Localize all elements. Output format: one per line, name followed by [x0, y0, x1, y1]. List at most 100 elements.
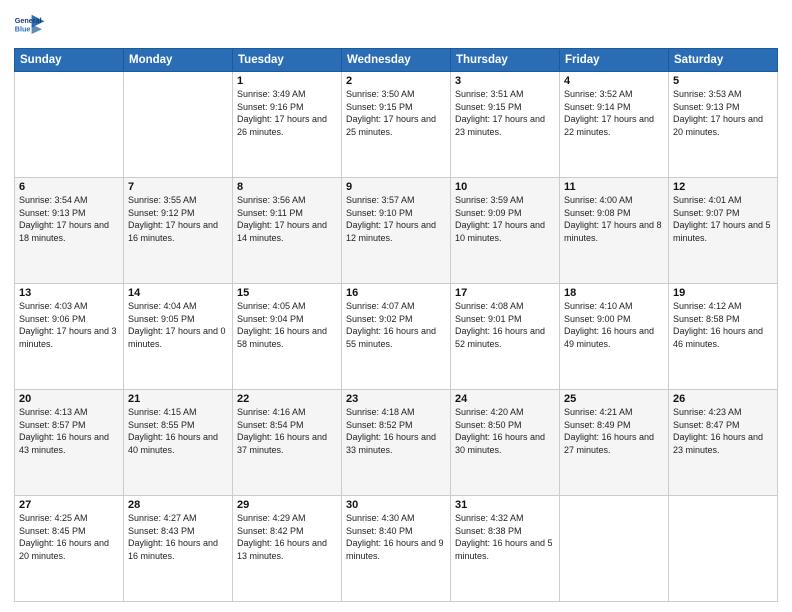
header: General Blue — [14, 10, 778, 42]
calendar-cell — [560, 496, 669, 602]
week-row-0: 1Sunrise: 3:49 AM Sunset: 9:16 PM Daylig… — [15, 72, 778, 178]
logo-icon: General Blue — [14, 10, 46, 42]
calendar-cell: 26Sunrise: 4:23 AM Sunset: 8:47 PM Dayli… — [669, 390, 778, 496]
cell-day-number: 4 — [564, 75, 664, 87]
cell-day-number: 7 — [128, 181, 228, 193]
cell-day-number: 11 — [564, 181, 664, 193]
cell-info: Sunrise: 4:25 AM Sunset: 8:45 PM Dayligh… — [19, 512, 119, 562]
cell-day-number: 29 — [237, 499, 337, 511]
calendar-cell: 16Sunrise: 4:07 AM Sunset: 9:02 PM Dayli… — [342, 284, 451, 390]
cell-day-number: 3 — [455, 75, 555, 87]
cell-info: Sunrise: 4:10 AM Sunset: 9:00 PM Dayligh… — [564, 300, 664, 350]
calendar-cell: 15Sunrise: 4:05 AM Sunset: 9:04 PM Dayli… — [233, 284, 342, 390]
cell-day-number: 15 — [237, 287, 337, 299]
cell-info: Sunrise: 4:01 AM Sunset: 9:07 PM Dayligh… — [673, 194, 773, 244]
calendar-table: SundayMondayTuesdayWednesdayThursdayFrid… — [14, 48, 778, 602]
calendar-cell — [15, 72, 124, 178]
cell-day-number: 16 — [346, 287, 446, 299]
cell-info: Sunrise: 4:05 AM Sunset: 9:04 PM Dayligh… — [237, 300, 337, 350]
cell-info: Sunrise: 3:49 AM Sunset: 9:16 PM Dayligh… — [237, 88, 337, 138]
calendar-cell: 4Sunrise: 3:52 AM Sunset: 9:14 PM Daylig… — [560, 72, 669, 178]
cell-info: Sunrise: 3:51 AM Sunset: 9:15 PM Dayligh… — [455, 88, 555, 138]
calendar-cell: 2Sunrise: 3:50 AM Sunset: 9:15 PM Daylig… — [342, 72, 451, 178]
cell-info: Sunrise: 4:32 AM Sunset: 8:38 PM Dayligh… — [455, 512, 555, 562]
calendar-cell: 13Sunrise: 4:03 AM Sunset: 9:06 PM Dayli… — [15, 284, 124, 390]
calendar-cell: 24Sunrise: 4:20 AM Sunset: 8:50 PM Dayli… — [451, 390, 560, 496]
week-row-1: 6Sunrise: 3:54 AM Sunset: 9:13 PM Daylig… — [15, 178, 778, 284]
cell-day-number: 10 — [455, 181, 555, 193]
calendar-cell: 20Sunrise: 4:13 AM Sunset: 8:57 PM Dayli… — [15, 390, 124, 496]
calendar-cell: 3Sunrise: 3:51 AM Sunset: 9:15 PM Daylig… — [451, 72, 560, 178]
calendar-cell: 25Sunrise: 4:21 AM Sunset: 8:49 PM Dayli… — [560, 390, 669, 496]
calendar-cell: 29Sunrise: 4:29 AM Sunset: 8:42 PM Dayli… — [233, 496, 342, 602]
calendar-cell: 8Sunrise: 3:56 AM Sunset: 9:11 PM Daylig… — [233, 178, 342, 284]
cell-day-number: 24 — [455, 393, 555, 405]
cell-info: Sunrise: 3:53 AM Sunset: 9:13 PM Dayligh… — [673, 88, 773, 138]
calendar-cell: 10Sunrise: 3:59 AM Sunset: 9:09 PM Dayli… — [451, 178, 560, 284]
cell-info: Sunrise: 3:50 AM Sunset: 9:15 PM Dayligh… — [346, 88, 446, 138]
header-row: SundayMondayTuesdayWednesdayThursdayFrid… — [15, 49, 778, 72]
calendar-cell: 9Sunrise: 3:57 AM Sunset: 9:10 PM Daylig… — [342, 178, 451, 284]
cell-day-number: 30 — [346, 499, 446, 511]
cell-info: Sunrise: 3:54 AM Sunset: 9:13 PM Dayligh… — [19, 194, 119, 244]
svg-text:Blue: Blue — [15, 25, 31, 34]
calendar-cell: 1Sunrise: 3:49 AM Sunset: 9:16 PM Daylig… — [233, 72, 342, 178]
calendar-cell: 18Sunrise: 4:10 AM Sunset: 9:00 PM Dayli… — [560, 284, 669, 390]
cell-day-number: 9 — [346, 181, 446, 193]
calendar-cell: 14Sunrise: 4:04 AM Sunset: 9:05 PM Dayli… — [124, 284, 233, 390]
cell-info: Sunrise: 4:12 AM Sunset: 8:58 PM Dayligh… — [673, 300, 773, 350]
cell-info: Sunrise: 4:03 AM Sunset: 9:06 PM Dayligh… — [19, 300, 119, 350]
cell-info: Sunrise: 4:15 AM Sunset: 8:55 PM Dayligh… — [128, 406, 228, 456]
cell-info: Sunrise: 4:21 AM Sunset: 8:49 PM Dayligh… — [564, 406, 664, 456]
calendar-cell: 17Sunrise: 4:08 AM Sunset: 9:01 PM Dayli… — [451, 284, 560, 390]
calendar-cell: 28Sunrise: 4:27 AM Sunset: 8:43 PM Dayli… — [124, 496, 233, 602]
calendar-cell: 22Sunrise: 4:16 AM Sunset: 8:54 PM Dayli… — [233, 390, 342, 496]
cell-info: Sunrise: 4:13 AM Sunset: 8:57 PM Dayligh… — [19, 406, 119, 456]
cell-day-number: 19 — [673, 287, 773, 299]
calendar-cell: 7Sunrise: 3:55 AM Sunset: 9:12 PM Daylig… — [124, 178, 233, 284]
cell-day-number: 8 — [237, 181, 337, 193]
cell-day-number: 21 — [128, 393, 228, 405]
logo: General Blue — [14, 10, 48, 42]
header-day-tuesday: Tuesday — [233, 49, 342, 72]
week-row-4: 27Sunrise: 4:25 AM Sunset: 8:45 PM Dayli… — [15, 496, 778, 602]
calendar-cell: 30Sunrise: 4:30 AM Sunset: 8:40 PM Dayli… — [342, 496, 451, 602]
cell-day-number: 14 — [128, 287, 228, 299]
cell-day-number: 22 — [237, 393, 337, 405]
cell-info: Sunrise: 3:59 AM Sunset: 9:09 PM Dayligh… — [455, 194, 555, 244]
calendar-cell: 12Sunrise: 4:01 AM Sunset: 9:07 PM Dayli… — [669, 178, 778, 284]
cell-day-number: 28 — [128, 499, 228, 511]
cell-day-number: 2 — [346, 75, 446, 87]
cell-info: Sunrise: 4:07 AM Sunset: 9:02 PM Dayligh… — [346, 300, 446, 350]
cell-info: Sunrise: 3:52 AM Sunset: 9:14 PM Dayligh… — [564, 88, 664, 138]
cell-info: Sunrise: 4:29 AM Sunset: 8:42 PM Dayligh… — [237, 512, 337, 562]
cell-day-number: 23 — [346, 393, 446, 405]
cell-day-number: 1 — [237, 75, 337, 87]
header-day-sunday: Sunday — [15, 49, 124, 72]
cell-day-number: 27 — [19, 499, 119, 511]
cell-info: Sunrise: 3:57 AM Sunset: 9:10 PM Dayligh… — [346, 194, 446, 244]
calendar-cell: 5Sunrise: 3:53 AM Sunset: 9:13 PM Daylig… — [669, 72, 778, 178]
cell-info: Sunrise: 4:00 AM Sunset: 9:08 PM Dayligh… — [564, 194, 664, 244]
calendar-cell: 19Sunrise: 4:12 AM Sunset: 8:58 PM Dayli… — [669, 284, 778, 390]
cell-info: Sunrise: 4:04 AM Sunset: 9:05 PM Dayligh… — [128, 300, 228, 350]
cell-info: Sunrise: 4:23 AM Sunset: 8:47 PM Dayligh… — [673, 406, 773, 456]
cell-info: Sunrise: 3:56 AM Sunset: 9:11 PM Dayligh… — [237, 194, 337, 244]
cell-day-number: 20 — [19, 393, 119, 405]
header-day-wednesday: Wednesday — [342, 49, 451, 72]
cell-day-number: 18 — [564, 287, 664, 299]
header-day-thursday: Thursday — [451, 49, 560, 72]
cell-day-number: 25 — [564, 393, 664, 405]
cell-day-number: 26 — [673, 393, 773, 405]
cell-day-number: 6 — [19, 181, 119, 193]
cell-day-number: 31 — [455, 499, 555, 511]
svg-text:General: General — [15, 16, 42, 25]
cell-day-number: 17 — [455, 287, 555, 299]
calendar-cell — [124, 72, 233, 178]
calendar-cell: 11Sunrise: 4:00 AM Sunset: 9:08 PM Dayli… — [560, 178, 669, 284]
header-day-friday: Friday — [560, 49, 669, 72]
header-day-monday: Monday — [124, 49, 233, 72]
calendar-body: 1Sunrise: 3:49 AM Sunset: 9:16 PM Daylig… — [15, 72, 778, 602]
calendar-cell: 21Sunrise: 4:15 AM Sunset: 8:55 PM Dayli… — [124, 390, 233, 496]
cell-info: Sunrise: 4:18 AM Sunset: 8:52 PM Dayligh… — [346, 406, 446, 456]
